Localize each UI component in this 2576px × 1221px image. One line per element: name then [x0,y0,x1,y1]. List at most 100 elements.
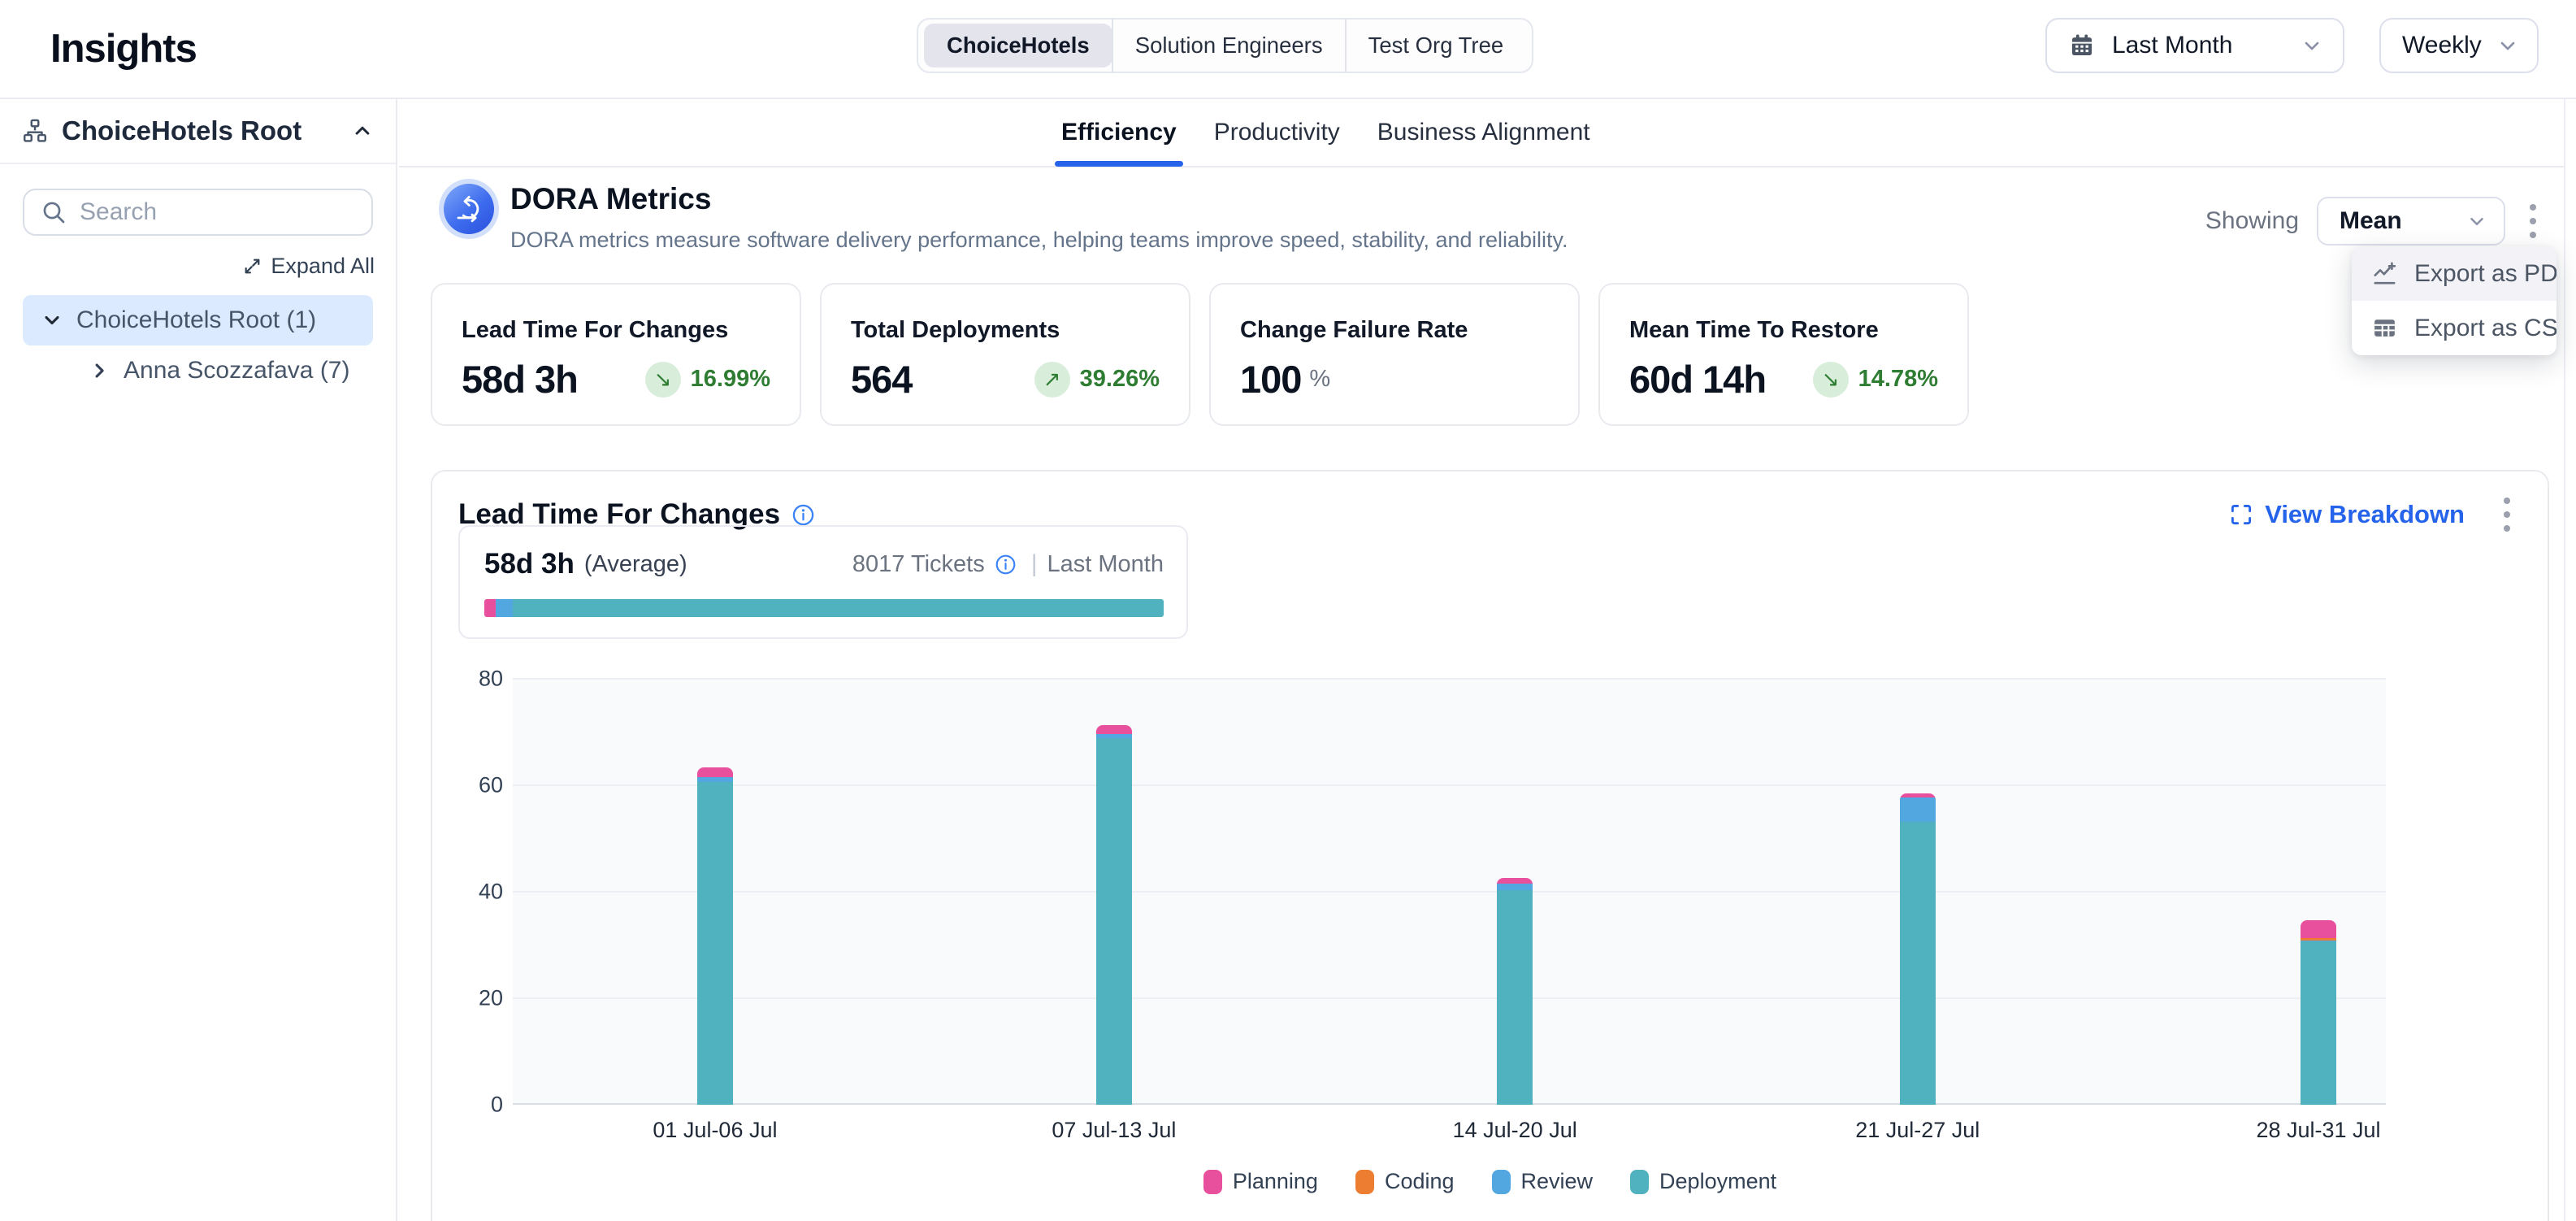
separator: | [1031,550,1038,578]
chevron-down-icon [2496,34,2519,57]
dora-metrics-icon [439,179,499,239]
tickets-count: 8017 Tickets [852,551,985,578]
progress-segment-planning [484,599,496,617]
view-breakdown-link[interactable]: View Breakdown [2229,500,2465,529]
granularity-value: Weekly [2402,32,2482,59]
tab-productivity[interactable]: Productivity [1214,99,1340,166]
dora-section-subtitle: DORA metrics measure software delivery p… [510,228,1568,253]
tab-efficiency[interactable]: Efficiency [1061,99,1177,166]
legend-label: Deployment [1659,1169,1776,1194]
chevron-down-icon [2466,211,2487,232]
legend-label: Coding [1385,1169,1455,1194]
chart-kebab-menu-button[interactable] [2496,489,2518,540]
legend-item-deployment[interactable]: Deployment [1630,1169,1776,1194]
chevron-down-icon[interactable] [41,309,63,332]
org-tab-choicehotels[interactable]: ChoiceHotels [924,24,1112,67]
legend-swatch [1492,1170,1511,1194]
metric-unit: % [1309,366,1330,393]
bar-segment-planning [697,767,733,777]
dora-section-title: DORA Metrics [510,182,711,216]
info-icon[interactable] [995,554,1017,576]
progress-segment-review [496,599,513,617]
insights-page: Insights ChoiceHotelsSolution EngineersT… [0,0,2576,1221]
menu-item-export-as-csv[interactable]: Export as CSV [2352,301,2556,355]
y-tick-label: 60 [438,773,503,798]
legend-swatch [1203,1170,1222,1194]
gridline [513,891,2386,893]
sidebar: ChoiceHotels Root Expand All ChoiceHotel… [0,99,397,1221]
scrollbar-gutter[interactable] [2564,99,2576,1221]
bar-segment-deployment [1096,738,1132,1105]
x-axis-label: 14 Jul-20 Jul [1453,1118,1577,1143]
metric-label: Total Deployments [851,317,1160,344]
metric-label: Mean Time To Restore [1629,317,1938,344]
aggregation-value: Mean [2340,207,2402,235]
metric-card: Change Failure Rate100% [1209,283,1580,426]
legend-item-coding[interactable]: Coding [1355,1169,1455,1194]
search-box [23,189,373,236]
metric-value: 564 [851,357,912,402]
metric-value: 60d 14h [1629,357,1766,402]
bar-segment-planning [2301,920,2336,938]
menu-item-export-as-pdf[interactable]: Export as PDF [2352,246,2556,301]
bar-21-Jul-27-Jul [1900,793,1936,1105]
legend-item-review[interactable]: Review [1492,1169,1594,1194]
expand-all-button[interactable]: Expand All [0,254,375,279]
search-input[interactable] [80,198,393,226]
y-tick-label: 0 [438,1093,503,1118]
main-content: Efficiency Productivity Business Alignment… [399,99,2564,1221]
tree-node-label: ChoiceHotels Root (1) [76,306,316,334]
lead-time-card: Lead Time For Changes View Breakdown 58d… [431,470,2549,1221]
org-tab-test-org-tree[interactable]: Test Org Tree [1346,24,1527,67]
average-value: 58d 3h [484,548,575,580]
tree-node-label: Anna Scozzafava (7) [124,357,349,385]
tree-row[interactable]: ChoiceHotels Root (1) [23,295,373,345]
tab-business-alignment[interactable]: Business Alignment [1377,99,1590,166]
date-range-select[interactable]: Last Month [2045,18,2344,73]
dora-kebab-menu-button[interactable] [2522,196,2544,246]
bar-14-Jul-20-Jul [1497,878,1533,1105]
metric-card: Mean Time To Restore60d 14h↘14.78% [1598,283,1969,426]
tree-row[interactable]: Anna Scozzafava (7) [23,345,373,396]
bar-segment-deployment [697,782,733,1105]
legend-swatch [1355,1170,1374,1194]
y-tick-label: 80 [438,667,503,692]
metric-body: 100% [1240,357,1549,402]
x-axis-line [513,1103,2386,1105]
sidebar-panel-title: ChoiceHotels Root [62,115,301,146]
metric-value: 100 [1240,357,1301,402]
collapse-panel-button[interactable] [350,119,375,143]
trend-percent: 39.26% [1080,366,1160,393]
metric-cards: Lead Time For Changes58d 3h↘16.99%Total … [431,283,1969,426]
progress-segment-deployment [513,599,1164,617]
bar-segment-deployment [2301,941,2336,1105]
chart-export-icon [2371,260,2398,287]
chart-legend: Planning Coding Review Deployment [432,1169,2548,1194]
bar-segment-review [1900,797,1936,822]
menu-item-label: Export as PDF [2414,260,2556,288]
bar-segment-planning [1096,725,1132,734]
expand-all-label: Expand All [271,254,375,279]
legend-label: Review [1521,1169,1594,1194]
metric-body: 564 ↗39.26% [851,357,1160,402]
info-icon[interactable] [791,503,815,527]
phase-progress-bar [484,599,1164,617]
granularity-select[interactable]: Weekly [2379,18,2539,73]
legend-item-planning[interactable]: Planning [1203,1169,1318,1194]
trend-percent: 16.99% [691,366,770,393]
table-icon [2371,315,2398,341]
trend-percent: 14.78% [1858,366,1938,393]
trend-badge: ↗39.26% [1034,362,1160,398]
page-title: Insights [50,26,197,72]
showing-label: Showing [2205,207,2299,235]
bar-chart-plot [513,679,2386,1105]
aggregation-select[interactable]: Mean [2317,197,2505,246]
view-breakdown-label: View Breakdown [2265,500,2465,529]
bar-01-Jul-06-Jul [697,767,733,1105]
x-axis-label: 21 Jul-27 Jul [1855,1118,1980,1143]
org-tab-solution-engineers[interactable]: Solution Engineers [1112,24,1346,67]
gridline [513,997,2386,999]
bar-segment-deployment [1900,822,1936,1105]
chevron-right-icon[interactable] [88,359,111,382]
org-switcher: ChoiceHotelsSolution EngineersTest Org T… [917,18,1533,73]
